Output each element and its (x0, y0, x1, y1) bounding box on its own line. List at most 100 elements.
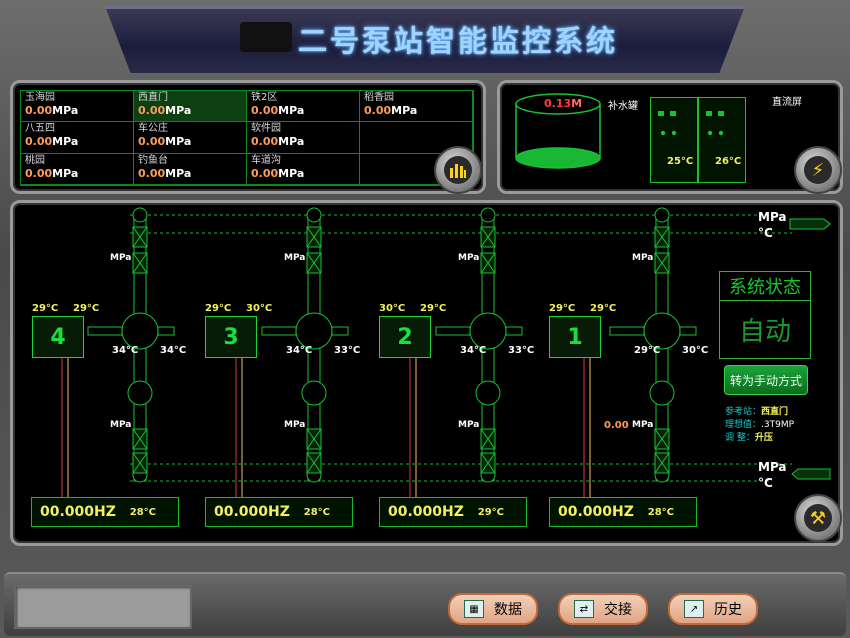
system-status-value: 自动 (738, 316, 791, 347)
pump-temperature: 28°C (647, 506, 674, 518)
lightning-icon: ⚡ (804, 156, 832, 184)
data-button-label: 数据 (494, 602, 522, 618)
pump-inlet-pressure-unit: MPa (458, 420, 480, 430)
station-pressure: 0.00MPa (138, 135, 192, 149)
pump-frequency-box: 00.000HZ 28°C (549, 497, 697, 527)
settings-button[interactable]: ⚒ (794, 494, 842, 542)
pump-frequency: 00.000HZ (214, 504, 290, 520)
station-pressure: 0.00MPa (138, 104, 192, 117)
outlet-pressure-unit: MPa (758, 210, 787, 224)
pressure-cell: 八五四 0.00MPa (21, 122, 134, 154)
pump-motor-temp-1: 29°C (32, 303, 59, 314)
pressure-table: 玉海园 0.00MPa 西直门 0.00MPa 铁2区 0.00MPa 稻香园 0.00MPa… (20, 90, 474, 186)
pump-motor-temp-1: 30°C (379, 303, 406, 314)
reference-ideal: 理想值：.3T9MP (725, 420, 795, 430)
pump-motor-temp-2: 30°C (246, 303, 273, 314)
pump-inlet-pressure-unit: MPa (284, 420, 306, 430)
chart-button[interactable] (434, 146, 482, 194)
pump-pipe-temp-1: 34°C (286, 345, 313, 356)
pump-frequency-box: 00.000HZ 28°C (31, 497, 179, 527)
pressure-cell: 稻香园 0.00MPa (360, 91, 473, 123)
tank-level-value: 0.13M (544, 97, 583, 110)
pump-frequency: 00.000HZ (40, 504, 116, 520)
pump-pipe-temp-1: 34°C (112, 345, 139, 356)
pump-pipe-temp-2: 33°C (334, 345, 361, 356)
station-name: 车公庄 (138, 123, 168, 135)
data-button[interactable]: ▦ 数据 (448, 593, 538, 625)
switch-to-manual-button[interactable]: 转为手动方式 (724, 365, 808, 395)
station-pressure: 0.00MPa (25, 135, 79, 149)
pressure-cell: 车道沟 0.00MPa (247, 153, 360, 185)
history-chart-icon: ↗ (684, 600, 704, 618)
handover-button[interactable]: ⇄ 交接 (558, 593, 648, 625)
station-name: 玉海园 (25, 92, 55, 103)
pump-inlet-pressure-unit: MPa (632, 420, 654, 430)
pump-frequency-box: 00.000HZ 28°C (205, 497, 353, 527)
pump-1-motor[interactable]: 1 (549, 316, 601, 358)
reference-adjust: 调 整：升压 (725, 433, 773, 443)
station-name: 西直门 (138, 92, 168, 103)
history-button[interactable]: ↗ 历史 (668, 593, 758, 625)
tank-label: 补水罐 (608, 101, 638, 112)
pump-motor-temp-2: 29°C (590, 303, 617, 314)
station-name: 稻香园 (364, 92, 394, 103)
inlet-temp-unit: °C (758, 476, 773, 490)
pump-outlet-pressure-unit: MPa (284, 253, 306, 263)
pump-4-motor[interactable]: 4 (32, 316, 84, 358)
history-button-label: 历史 (714, 602, 742, 618)
pressure-cell: 软件园 0.00MPa (247, 122, 360, 154)
pump-outlet-pressure-unit: MPa (632, 253, 654, 263)
pump-outlet-pressure-unit: MPa (110, 253, 132, 263)
pump-pipe-temp-1: 29°C (634, 345, 661, 356)
station-name: 铁2区 (251, 92, 278, 103)
pump-pipe-temp-1: 34°C (460, 345, 487, 356)
station-name: 车道沟 (251, 154, 281, 166)
pressure-cell: 铁2区 0.00MPa (247, 91, 360, 123)
station-name: 钓鱼台 (138, 154, 168, 166)
outlet-temp-unit: °C (758, 226, 773, 240)
pump-outlet-pressure-unit: MPa (458, 253, 480, 263)
station-name: 八五四 (25, 123, 55, 135)
inlet-pressure-unit: MPa (758, 460, 787, 474)
system-status-header: 系统状态 (720, 272, 810, 301)
pump-temperature: 28°C (129, 506, 156, 518)
pump-pipe-temp-2: 34°C (160, 345, 187, 356)
station-pressure: 0.00MPa (364, 104, 418, 117)
pump-piping-diagram (61, 207, 831, 501)
pump-inlet-pressure: 0.00 (604, 420, 629, 431)
power-button[interactable]: ⚡ (794, 146, 842, 194)
cabinet-indicators (658, 111, 724, 136)
station-pressure: 0.00MPa (251, 104, 305, 117)
pressure-cell: 西直门 0.00MPa (134, 91, 247, 123)
station-pressure: 0.00MPa (138, 166, 192, 180)
station-name: 桃园 (25, 154, 45, 166)
cabinet-label: 直流屏 (772, 97, 802, 108)
pump-pipe-temp-2: 30°C (682, 345, 709, 356)
pump-2-motor[interactable]: 2 (379, 316, 431, 358)
pump-temperature: 28°C (303, 506, 330, 518)
pressure-cell: 车公庄 0.00MPa (134, 122, 247, 154)
pump-3-motor[interactable]: 3 (205, 316, 257, 358)
pressure-cell: 钓鱼台 0.00MPa (134, 153, 247, 185)
pump-motor-temp-1: 29°C (549, 303, 576, 314)
page-title: 二号泵站智能监控系统 (298, 24, 619, 58)
pump-motor-temp-2: 29°C (73, 303, 100, 314)
bar-chart-icon (444, 156, 472, 184)
handover-button-label: 交接 (604, 602, 632, 618)
status-field (14, 585, 192, 629)
tools-icon: ⚒ (804, 504, 832, 532)
station-name: 软件园 (251, 123, 281, 135)
pump-motor-temp-1: 29°C (205, 303, 232, 314)
pump-pipe-temp-2: 33°C (508, 345, 535, 356)
pressure-cell: 玉海园 0.00MPa (21, 91, 134, 123)
station-pressure: 0.00MPa (25, 166, 79, 180)
station-pressure: 0.00MPa (25, 104, 79, 117)
pump-inlet-pressure-unit: MPa (110, 420, 132, 430)
cabinet-right-temp: 26°C (715, 156, 742, 167)
station-pressure: 0.00MPa (251, 135, 305, 149)
pump-frequency: 00.000HZ (388, 504, 464, 520)
pump-temperature: 29°C (477, 506, 504, 518)
pump-frequency-box: 00.000HZ 29°C (379, 497, 527, 527)
reference-station: 参考站：西直门 (725, 407, 789, 417)
pump-motor-temp-2: 29°C (420, 303, 447, 314)
